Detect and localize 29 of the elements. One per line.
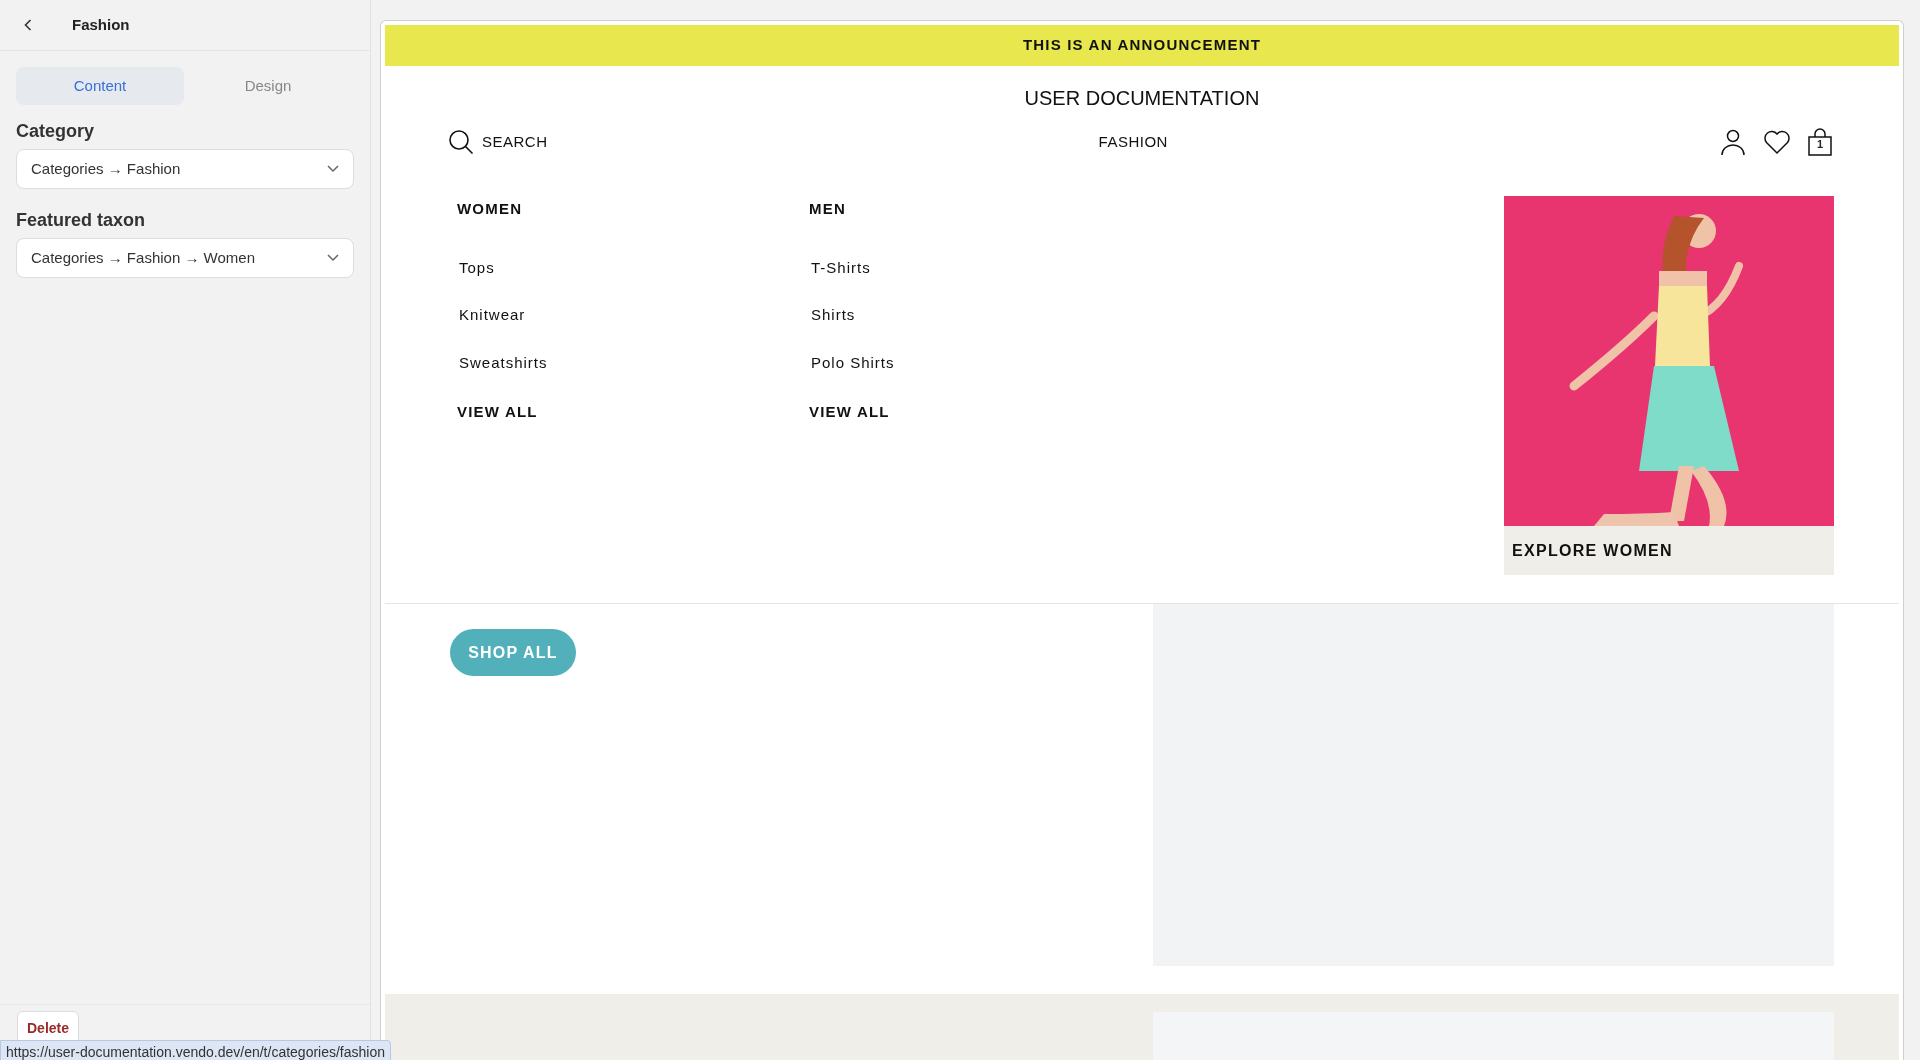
panel-title: Fashion [72,14,130,35]
search-icon [448,129,474,155]
view-all-link[interactable]: VIEW ALL [809,401,1161,424]
store-name[interactable]: USER DOCUMENTATION [385,83,1899,113]
tab[interactable]: Content [16,67,184,105]
menu-link[interactable]: Sweatshirts [459,351,809,374]
field-label: Featured taxon [16,209,147,232]
link-url-tooltip: https://user-documentation.vendo.dev/en/t/categories/fashion [0,1040,391,1060]
select-field[interactable]: Categories → Fashion → Women [16,238,354,278]
user-icon[interactable] [1719,128,1747,156]
heart-icon[interactable] [1763,129,1791,155]
menu-link[interactable]: Knitwear [459,304,809,327]
cart-count: 1 [1817,139,1824,150]
menu-link[interactable]: Tops [459,256,809,279]
view-all-link[interactable]: VIEW ALL [457,401,809,424]
search-button[interactable]: SEARCH [448,129,548,155]
menu-heading[interactable]: MEN [809,198,1161,221]
select-field[interactable]: Categories → Fashion [16,149,354,189]
menu-link[interactable]: T-Shirts [811,256,1161,279]
promo-caption[interactable]: EXPLORE WOMEN [1504,526,1834,575]
menu-link[interactable]: Shirts [811,304,1161,327]
menu-link[interactable]: Polo Shirts [811,351,1161,374]
announcement-bar: THIS IS AN ANNOUNCEMENT [385,25,1899,66]
field-label: Category [16,120,96,143]
chevron-down-icon [327,165,339,173]
back-icon[interactable] [24,19,32,31]
menu-heading[interactable]: WOMEN [457,198,809,221]
nav-link[interactable]: FASHION [1098,130,1168,154]
chevron-down-icon [327,254,339,262]
